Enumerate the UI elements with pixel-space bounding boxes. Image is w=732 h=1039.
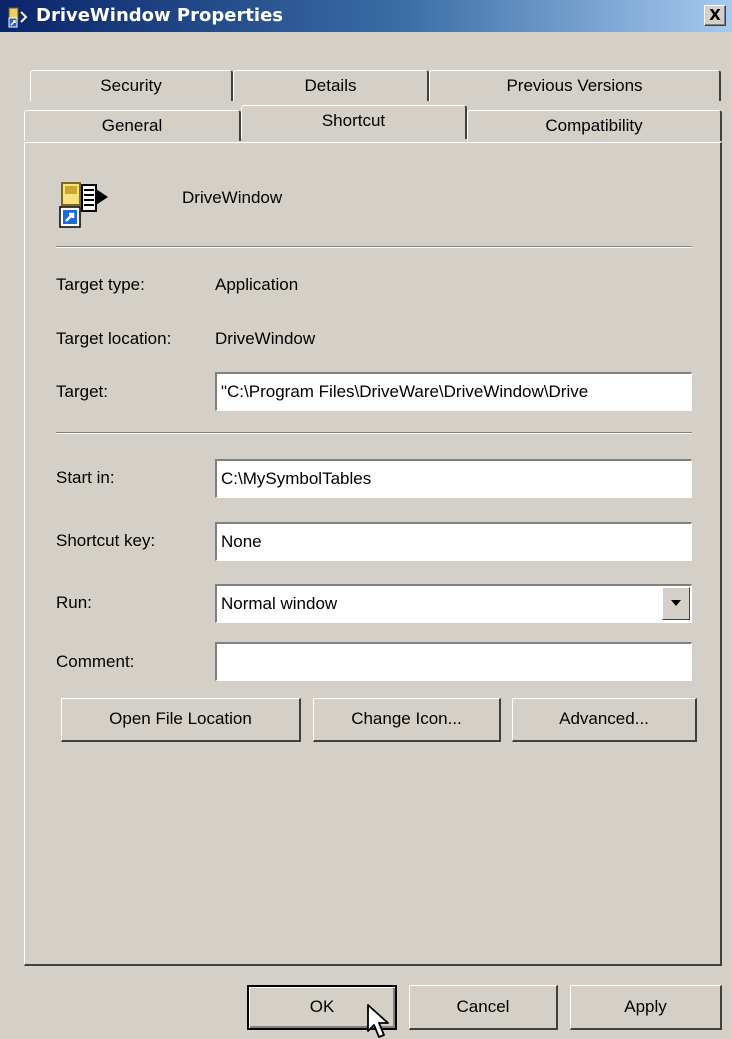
close-button[interactable]: X (704, 5, 726, 26)
start-in-label: Start in: (56, 468, 115, 487)
tab-security[interactable]: Security (30, 70, 233, 101)
start-in-field[interactable]: C:\MySymbolTables (215, 459, 692, 498)
comment-field[interactable] (215, 642, 692, 681)
application-shortcut-icon (59, 182, 108, 228)
title-bar[interactable]: DriveWindow Properties X (0, 0, 732, 32)
run-dropdown[interactable]: Normal window (215, 584, 692, 623)
app-icon (8, 7, 28, 28)
tab-previous-versions[interactable]: Previous Versions (429, 70, 721, 101)
target-type-label: Target type: (56, 275, 145, 294)
separator (56, 432, 692, 434)
apply-button[interactable]: Apply (570, 985, 722, 1030)
comment-label: Comment: (56, 652, 135, 671)
open-file-location-button[interactable]: Open File Location (61, 698, 301, 742)
shortcut-key-field[interactable]: None (215, 522, 692, 561)
target-location-value: DriveWindow (215, 329, 316, 348)
cancel-button[interactable]: Cancel (409, 985, 558, 1030)
change-icon-button[interactable]: Change Icon... (313, 698, 501, 742)
mouse-pointer-icon (367, 1004, 389, 1038)
shortcut-key-label: Shortcut key: (56, 531, 156, 550)
shortcut-name: DriveWindow (182, 188, 283, 207)
target-location-label: Target location: (56, 329, 172, 348)
target-type-value: Application (215, 275, 299, 294)
chevron-down-icon (671, 600, 681, 606)
run-label: Run: (56, 593, 92, 612)
target-label: Target: (56, 382, 108, 401)
tab-general[interactable]: General (24, 110, 241, 141)
separator (56, 246, 692, 248)
window-title: DriveWindow Properties (36, 5, 284, 26)
dropdown-arrow-button[interactable] (662, 587, 690, 620)
run-dropdown-value: Normal window (221, 594, 338, 613)
tab-compatibility[interactable]: Compatibility (467, 110, 722, 141)
advanced-button[interactable]: Advanced... (512, 698, 697, 742)
tab-shortcut[interactable]: Shortcut (241, 105, 467, 139)
tab-details[interactable]: Details (233, 70, 429, 101)
target-field[interactable]: "C:\Program Files\DriveWare\DriveWindow\… (215, 372, 692, 411)
